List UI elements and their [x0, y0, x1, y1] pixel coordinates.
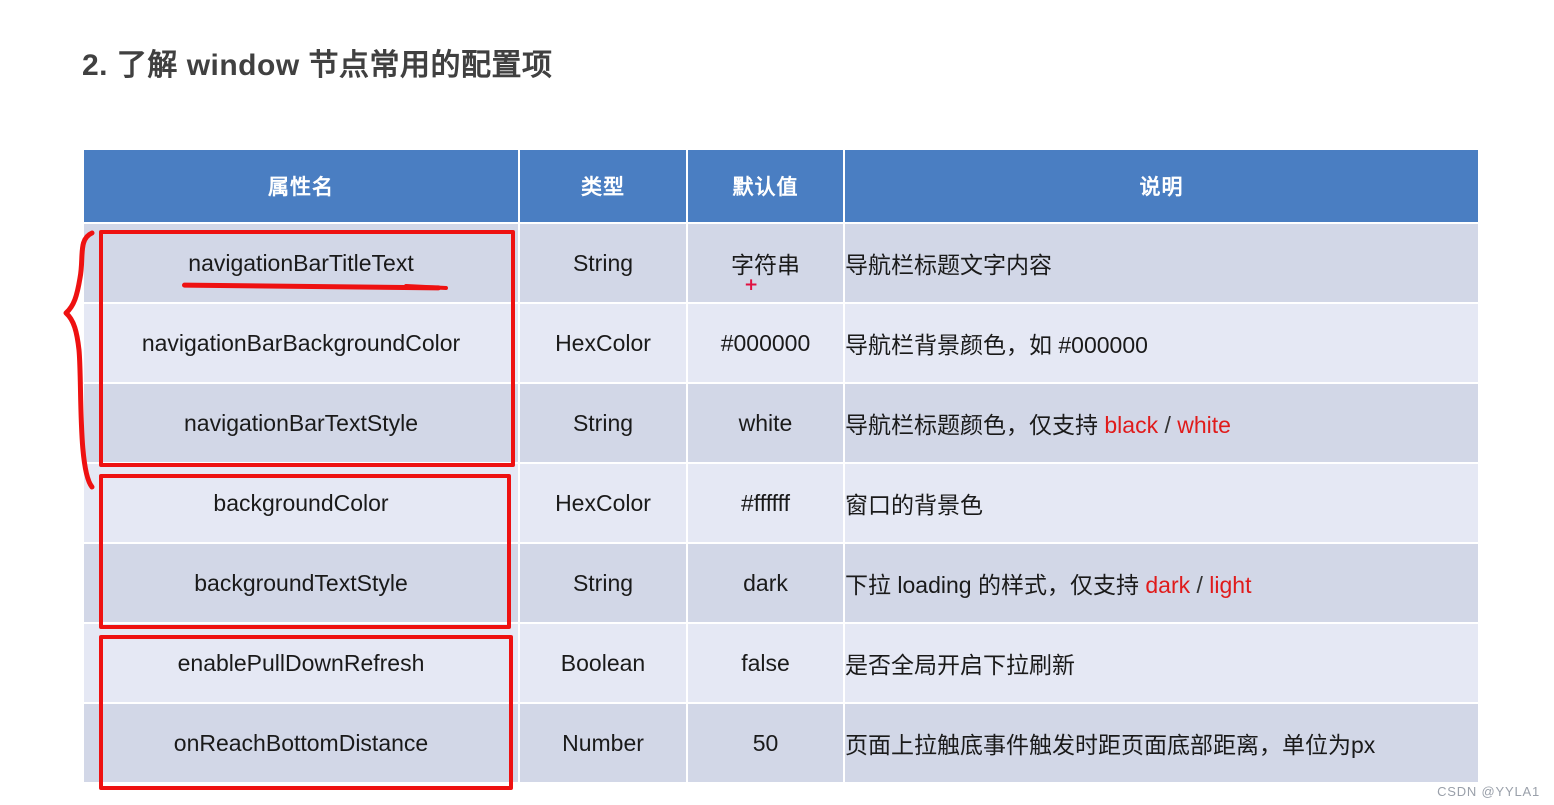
- cell-type: Number: [520, 704, 686, 782]
- column-header-property: 属性名: [84, 150, 518, 222]
- table-row: backgroundTextStyle String dark 下拉 loadi…: [84, 544, 1478, 622]
- cell-default: #ffffff: [688, 464, 843, 542]
- cell-type: String: [520, 384, 686, 462]
- desc-text: 导航栏背景颜色，如 #000000: [845, 332, 1148, 358]
- column-header-type: 类型: [520, 150, 686, 222]
- cell-property: navigationBarTitleText: [84, 224, 518, 302]
- page-title: 2. 了解 window 节点常用的配置项: [82, 49, 553, 82]
- cell-description: 是否全局开启下拉刷新: [845, 624, 1478, 702]
- cell-type: Boolean: [520, 624, 686, 702]
- cell-default: 50: [688, 704, 843, 782]
- cell-type: String: [520, 224, 686, 302]
- cell-type: String: [520, 544, 686, 622]
- desc-keyword-2: white: [1177, 412, 1231, 438]
- cell-property: backgroundTextStyle: [84, 544, 518, 622]
- desc-text: 是否全局开启下拉刷新: [845, 652, 1075, 678]
- cell-type: HexColor: [520, 304, 686, 382]
- desc-separator: /: [1190, 572, 1210, 598]
- cell-description: 页面上拉触底事件触发时距页面底部距离，单位为px: [845, 704, 1478, 782]
- table-header-row: 属性名 类型 默认值 说明: [84, 150, 1478, 222]
- table-body: navigationBarTitleText String 字符串 导航栏标题文…: [84, 224, 1478, 782]
- cell-type: HexColor: [520, 464, 686, 542]
- cell-description: 窗口的背景色: [845, 464, 1478, 542]
- table-row: navigationBarBackgroundColor HexColor #0…: [84, 304, 1478, 382]
- table-row: enablePullDownRefresh Boolean false 是否全局…: [84, 624, 1478, 702]
- desc-keyword-2: light: [1209, 572, 1252, 598]
- cell-description: 下拉 loading 的样式，仅支持 dark / light: [845, 544, 1478, 622]
- cell-default: 字符串: [688, 224, 843, 302]
- table-row: navigationBarTitleText String 字符串 导航栏标题文…: [84, 224, 1478, 302]
- cell-property: backgroundColor: [84, 464, 518, 542]
- table-header: 属性名 类型 默认值 说明: [84, 150, 1478, 222]
- cell-default: dark: [688, 544, 843, 622]
- cell-property: navigationBarTextStyle: [84, 384, 518, 462]
- cell-property: navigationBarBackgroundColor: [84, 304, 518, 382]
- watermark: CSDN @YYLA1: [1437, 784, 1540, 799]
- cell-default: false: [688, 624, 843, 702]
- desc-text: 导航栏标题颜色，仅支持: [845, 412, 1105, 438]
- cell-property: onReachBottomDistance: [84, 704, 518, 782]
- desc-keyword-1: dark: [1145, 572, 1191, 598]
- column-header-default: 默认值: [688, 150, 843, 222]
- column-header-description: 说明: [845, 150, 1478, 222]
- table-row: navigationBarTextStyle String white 导航栏标…: [84, 384, 1478, 462]
- cell-description: 导航栏标题文字内容: [845, 224, 1478, 302]
- desc-separator: /: [1158, 412, 1178, 438]
- desc-text: 导航栏标题文字内容: [845, 252, 1052, 278]
- cell-default: #000000: [688, 304, 843, 382]
- cell-description: 导航栏标题颜色，仅支持 black / white: [845, 384, 1478, 462]
- cell-property: enablePullDownRefresh: [84, 624, 518, 702]
- cell-default: white: [688, 384, 843, 462]
- desc-text: 页面上拉触底事件触发时距页面底部距离，单位为px: [845, 732, 1376, 758]
- desc-text: 窗口的背景色: [845, 492, 983, 518]
- table-row: backgroundColor HexColor #ffffff 窗口的背景色: [84, 464, 1478, 542]
- table-row: onReachBottomDistance Number 50 页面上拉触底事件…: [84, 704, 1478, 782]
- desc-text: 下拉 loading 的样式，仅支持: [845, 572, 1146, 598]
- desc-keyword-1: black: [1104, 412, 1159, 438]
- window-config-table: 属性名 类型 默认值 说明 navigationBarTitleText Str…: [82, 148, 1480, 784]
- cell-description: 导航栏背景颜色，如 #000000: [845, 304, 1478, 382]
